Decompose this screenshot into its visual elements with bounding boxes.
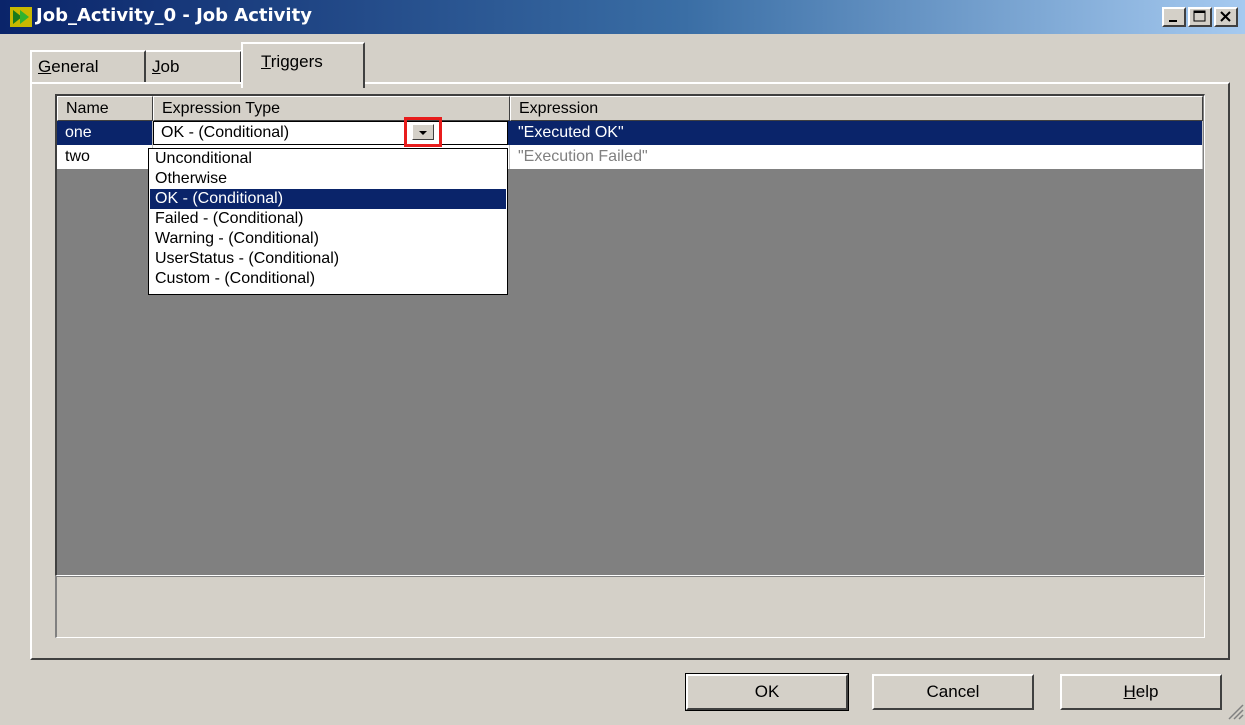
help-label-rest: elp	[1135, 682, 1159, 701]
minimize-button[interactable]	[1162, 7, 1186, 27]
dropdown-arrow-icon	[419, 131, 427, 135]
row-two-expression[interactable]: "Execution Failed"	[510, 145, 1203, 169]
title-bar[interactable]: Job_Activity_0 - Job Activity	[0, 0, 1245, 34]
tab-triggers[interactable]: Triggers	[241, 42, 365, 88]
description-area	[55, 576, 1205, 638]
dropdown-option-warning-conditional[interactable]: Warning - (Conditional)	[150, 229, 506, 249]
app-icon	[10, 7, 32, 27]
expression-type-dropdown-list[interactable]: Unconditional Otherwise OK - (Conditiona…	[148, 148, 508, 295]
column-header-expression[interactable]: Expression	[510, 96, 1203, 121]
combo-dropdown-button-highlight[interactable]	[404, 117, 442, 147]
window-title: Job_Activity_0 - Job Activity	[36, 5, 312, 26]
dropdown-option-custom-conditional[interactable]: Custom - (Conditional)	[150, 269, 506, 289]
tab-triggers-accel: T	[261, 52, 271, 71]
dropdown-option-failed-conditional[interactable]: Failed - (Conditional)	[150, 209, 506, 229]
tab-job-label: ob	[160, 57, 180, 76]
close-icon	[1220, 11, 1231, 22]
dropdown-option-userstatus-conditional[interactable]: UserStatus - (Conditional)	[150, 249, 506, 269]
ok-button[interactable]: OK	[685, 673, 849, 711]
maximize-button[interactable]	[1188, 7, 1212, 27]
combo-value: OK - (Conditional)	[161, 124, 290, 141]
dropdown-option-unconditional[interactable]: Unconditional	[150, 149, 506, 169]
dropdown-option-ok-conditional[interactable]: OK - (Conditional)	[150, 189, 506, 209]
minimize-icon	[1169, 20, 1177, 22]
help-accel: H	[1123, 682, 1136, 701]
close-button[interactable]	[1214, 7, 1238, 27]
dropdown-option-otherwise[interactable]: Otherwise	[150, 169, 506, 189]
size-grip-icon[interactable]	[1224, 700, 1244, 720]
tab-job[interactable]: Job	[146, 50, 242, 84]
maximize-icon	[1193, 10, 1206, 22]
row-two-name[interactable]: two	[57, 145, 153, 169]
row-one-expression[interactable]: "Executed OK"	[510, 121, 1203, 145]
job-activity-window: Job_Activity_0 - Job Activity General Jo…	[0, 0, 1245, 722]
tab-triggers-label: riggers	[270, 52, 323, 71]
column-header-name[interactable]: Name	[57, 96, 153, 121]
tab-general-accel: G	[38, 57, 52, 76]
row-one-name[interactable]: one	[57, 121, 153, 145]
combo-dropdown-button[interactable]	[412, 124, 434, 140]
column-header-expression-type[interactable]: Expression Type	[153, 96, 510, 121]
cancel-button[interactable]: Cancel	[872, 674, 1034, 710]
tab-job-accel: J	[152, 57, 161, 76]
help-button[interactable]: Help	[1060, 674, 1222, 710]
expression-type-combo[interactable]: OK - (Conditional)	[153, 121, 508, 145]
tab-general[interactable]: General	[30, 50, 146, 84]
tab-general-label: eneral	[51, 57, 99, 76]
